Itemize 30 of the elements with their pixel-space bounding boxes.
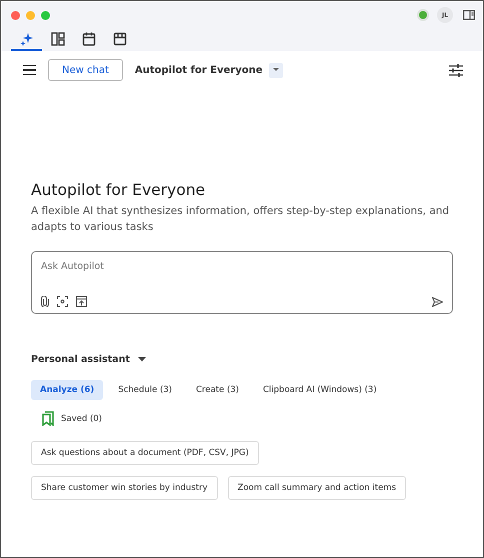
caret-icon[interactable]: [138, 357, 146, 362]
paperclip-icon[interactable]: [41, 296, 49, 307]
assistant-name: Autopilot for Everyone: [134, 64, 263, 76]
category-tab[interactable]: Clipboard AI (Windows) (3): [254, 380, 386, 400]
section-label[interactable]: Personal assistant: [31, 354, 130, 365]
prompt-field[interactable]: Ask Autopilot: [41, 261, 443, 272]
new-chat-button[interactable]: New chat: [48, 59, 123, 81]
assistant-description: A flexible AI that synthesizes information, offers step-by-step explanations, and adapts to various tasks: [31, 204, 450, 235]
category-tab[interactable]: Create (3): [187, 380, 248, 400]
suggestion-button[interactable]: Share customer win stories by industry: [31, 476, 218, 500]
category-tab[interactable]: Analyze (6): [31, 380, 104, 400]
close-button[interactable]: [11, 10, 20, 20]
send-icon[interactable]: [432, 296, 443, 306]
settings-icon[interactable]: [449, 64, 463, 76]
upload-window-icon[interactable]: [76, 296, 87, 307]
dropdown-button[interactable]: [268, 62, 283, 78]
screenshot-icon[interactable]: [57, 296, 68, 307]
layout-icon: [50, 32, 64, 46]
caret-icon: [272, 68, 279, 72]
assistant-title: Autopilot for Everyone: [31, 181, 206, 199]
category-tab[interactable]: Saved (0): [33, 406, 112, 431]
calendar-icon: [82, 32, 96, 46]
menu-icon[interactable]: [23, 64, 36, 76]
sidebar-toggle-icon[interactable]: [463, 10, 475, 20]
category-tab[interactable]: Schedule (3): [109, 380, 181, 400]
sparkle-icon: [20, 32, 34, 46]
suggestion-button[interactable]: Ask questions about a document (PDF, CSV, JPG): [31, 441, 259, 465]
store-icon: [112, 32, 126, 46]
suggestion-button[interactable]: Zoom call summary and action items: [228, 476, 406, 500]
bookmarks-icon: [42, 411, 54, 426]
